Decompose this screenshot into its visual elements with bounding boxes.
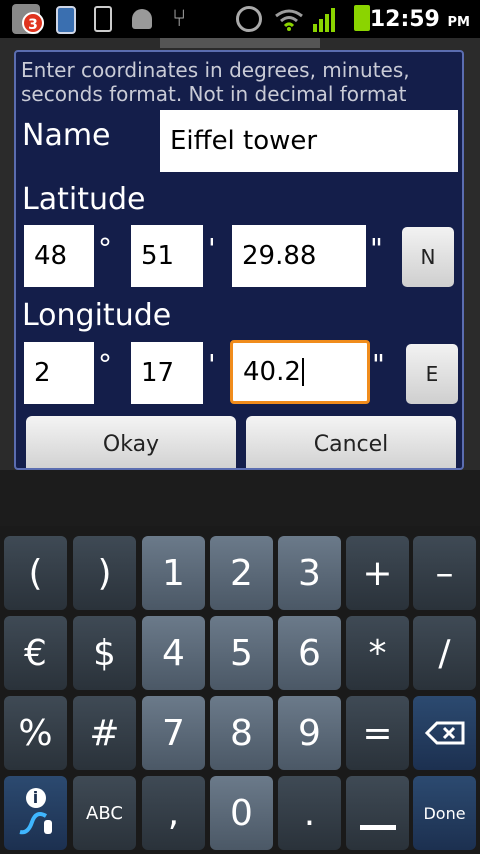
latitude-seconds-input[interactable]: 29.88: [232, 225, 366, 287]
key-0[interactable]: 0: [210, 776, 273, 850]
clock: 12:59 PM: [369, 7, 470, 32]
key-3[interactable]: 3: [278, 536, 341, 610]
backspace-icon: [424, 721, 464, 745]
key-comma[interactable]: ,: [142, 776, 205, 850]
key-done[interactable]: Done: [413, 776, 476, 850]
latitude-minute-symbol: ': [208, 232, 216, 265]
gps-icon: [236, 6, 262, 32]
info-icon: i: [25, 788, 46, 808]
latitude-degree-symbol: °: [98, 232, 112, 265]
key-5[interactable]: 5: [210, 616, 273, 690]
key-percent[interactable]: %: [4, 696, 67, 770]
key-1[interactable]: 1: [142, 536, 205, 610]
key-close-paren[interactable]: ): [73, 536, 136, 610]
key-2[interactable]: 2: [210, 536, 273, 610]
phone-icon: [56, 6, 76, 34]
key-period[interactable]: .: [278, 776, 341, 850]
latitude-degrees-input[interactable]: 48: [24, 225, 94, 287]
key-dollar[interactable]: $: [73, 616, 136, 690]
notification-badge: 3: [22, 12, 44, 34]
name-label: Name: [22, 118, 111, 153]
name-input[interactable]: Eiffel tower: [160, 110, 458, 172]
latitude-label: Latitude: [22, 182, 146, 217]
longitude-minute-symbol: ': [208, 348, 216, 381]
key-space[interactable]: [346, 776, 409, 850]
longitude-minutes-input[interactable]: 17: [131, 342, 203, 404]
longitude-degree-symbol: °: [98, 348, 112, 381]
longitude-label: Longitude: [22, 298, 172, 333]
signal-icon: [313, 8, 335, 32]
dialog-hint: Enter coordinates in degrees, minutes, s…: [21, 58, 410, 106]
key-minus[interactable]: –: [413, 536, 476, 610]
cancel-button[interactable]: Cancel: [246, 416, 456, 468]
longitude-direction-button[interactable]: E: [406, 344, 458, 404]
swype-info-key[interactable]: i: [4, 776, 67, 850]
longitude-degrees-input[interactable]: 2: [24, 342, 94, 404]
background-tab-indicator: [160, 38, 320, 48]
keyboard-top-bar: [0, 470, 480, 526]
longitude-seconds-value: 40.2: [243, 357, 301, 387]
key-6[interactable]: 6: [278, 616, 341, 690]
android-icon: [132, 9, 152, 29]
longitude-second-symbol: ": [372, 348, 385, 381]
backspace-key[interactable]: [413, 696, 476, 770]
status-bar: 3 ⑂ 12:59 PM: [0, 0, 480, 38]
wifi-icon: [275, 9, 303, 31]
space-icon: [359, 824, 396, 830]
key-7[interactable]: 7: [142, 696, 205, 770]
swype-icon: [19, 812, 52, 835]
key-plus[interactable]: +: [346, 536, 409, 610]
key-equals[interactable]: =: [346, 696, 409, 770]
key-asterisk[interactable]: *: [346, 616, 409, 690]
text-cursor: [301, 358, 304, 386]
key-euro[interactable]: €: [4, 616, 67, 690]
latitude-minutes-input[interactable]: 51: [131, 225, 203, 287]
longitude-seconds-input[interactable]: 40.2: [230, 340, 370, 404]
numeric-keyboard: ( ) 1 2 3 + – € $ 4 5 6 * / % # 7 8 9 = …: [0, 526, 480, 854]
key-4[interactable]: 4: [142, 616, 205, 690]
usb-icon: ⑂: [172, 4, 187, 32]
okay-button[interactable]: Okay: [26, 416, 236, 468]
phone-icon: [94, 6, 112, 32]
battery-icon: [354, 5, 370, 31]
latitude-direction-button[interactable]: N: [402, 227, 454, 287]
key-8[interactable]: 8: [210, 696, 273, 770]
latitude-second-symbol: ": [370, 232, 383, 265]
key-hash[interactable]: #: [73, 696, 136, 770]
key-abc[interactable]: ABC: [73, 776, 136, 850]
key-slash[interactable]: /: [413, 616, 476, 690]
key-9[interactable]: 9: [278, 696, 341, 770]
coordinates-dialog: Enter coordinates in degrees, minutes, s…: [14, 50, 464, 470]
key-open-paren[interactable]: (: [4, 536, 67, 610]
